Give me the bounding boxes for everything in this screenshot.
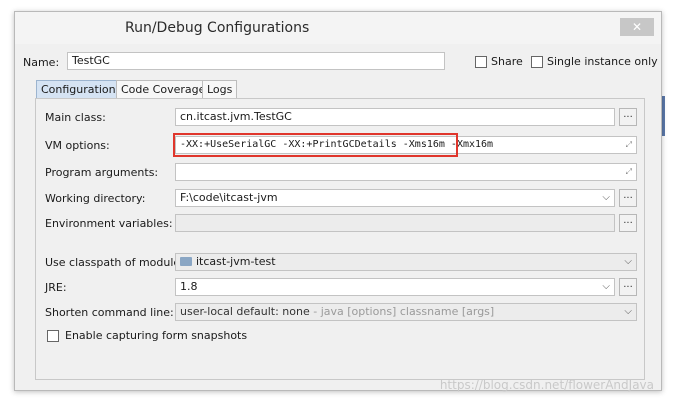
window-edge-accent xyxy=(662,96,665,136)
environment-variables-input[interactable] xyxy=(175,214,615,232)
working-directory-input[interactable]: F:\code\itcast-jvm ⌵ xyxy=(175,189,615,207)
main-class-input[interactable]: cn.itcast.jvm.TestGC xyxy=(175,108,615,126)
program-arguments-input[interactable]: ⤢ xyxy=(175,163,637,181)
share-checkbox[interactable] xyxy=(475,56,487,68)
title-bar: Run/Debug Configurations ✕ xyxy=(15,12,661,44)
working-directory-label: Working directory: xyxy=(45,192,146,205)
chevron-down-icon[interactable]: ⌵ xyxy=(624,255,632,269)
expand-icon[interactable]: ⤢ xyxy=(626,138,632,152)
program-arguments-label: Program arguments: xyxy=(45,166,159,179)
working-directory-browse-button[interactable]: ... xyxy=(619,189,637,207)
classpath-module-label: Use classpath of module: xyxy=(45,256,184,269)
vm-options-highlight xyxy=(173,133,458,157)
name-input[interactable]: TestGC xyxy=(67,52,445,70)
classpath-module-value: itcast-jvm-test xyxy=(196,255,276,268)
capture-snapshots-checkbox[interactable] xyxy=(47,330,59,342)
single-instance-checkbox[interactable] xyxy=(531,56,543,68)
close-button[interactable]: ✕ xyxy=(620,18,654,36)
capture-snapshots-label: Enable capturing form snapshots xyxy=(65,329,248,342)
expand-icon[interactable]: ⤢ xyxy=(626,165,632,179)
main-class-browse-button[interactable]: ... xyxy=(619,108,637,126)
classpath-module-select[interactable]: itcast-jvm-test ⌵ xyxy=(175,253,637,271)
jre-value: 1.8 xyxy=(180,280,198,293)
dialog-title: Run/Debug Configurations xyxy=(125,20,310,36)
jre-browse-button[interactable]: ... xyxy=(619,278,637,296)
jre-input[interactable]: 1.8 ⌵ xyxy=(175,278,615,296)
chevron-down-icon[interactable]: ⌵ xyxy=(602,280,610,294)
vm-options-label: VM options: xyxy=(45,139,110,152)
chevron-down-icon[interactable]: ⌵ xyxy=(624,305,632,319)
environment-variables-label: Environment variables: xyxy=(45,217,173,230)
shorten-command-line-value: user-local default: none xyxy=(180,305,310,318)
tab-code-coverage[interactable]: Code Coverage xyxy=(116,80,211,98)
working-directory-value: F:\code\itcast-jvm xyxy=(180,191,278,204)
environment-variables-browse-button[interactable]: ... xyxy=(619,214,637,232)
run-debug-dialog: Run/Debug Configurations ✕ Name: TestGC … xyxy=(14,11,662,391)
jre-label: JRE: xyxy=(45,281,67,294)
chevron-down-icon[interactable]: ⌵ xyxy=(602,191,610,205)
shorten-command-line-select[interactable]: user-local default: none - java [options… xyxy=(175,303,637,321)
single-instance-label: Single instance only xyxy=(547,55,658,68)
module-folder-icon xyxy=(180,257,192,266)
shorten-command-line-hint: - java [options] classname [args] xyxy=(309,305,495,318)
tab-configuration[interactable]: Configuration xyxy=(36,80,121,98)
share-label: Share xyxy=(491,55,523,68)
shorten-command-line-label: Shorten command line: xyxy=(45,306,174,319)
tab-logs[interactable]: Logs xyxy=(202,80,238,98)
name-label: Name: xyxy=(23,56,60,69)
main-class-label: Main class: xyxy=(45,111,106,124)
watermark-url: https://blog.csdn.net/flowerAndJava xyxy=(439,378,654,392)
